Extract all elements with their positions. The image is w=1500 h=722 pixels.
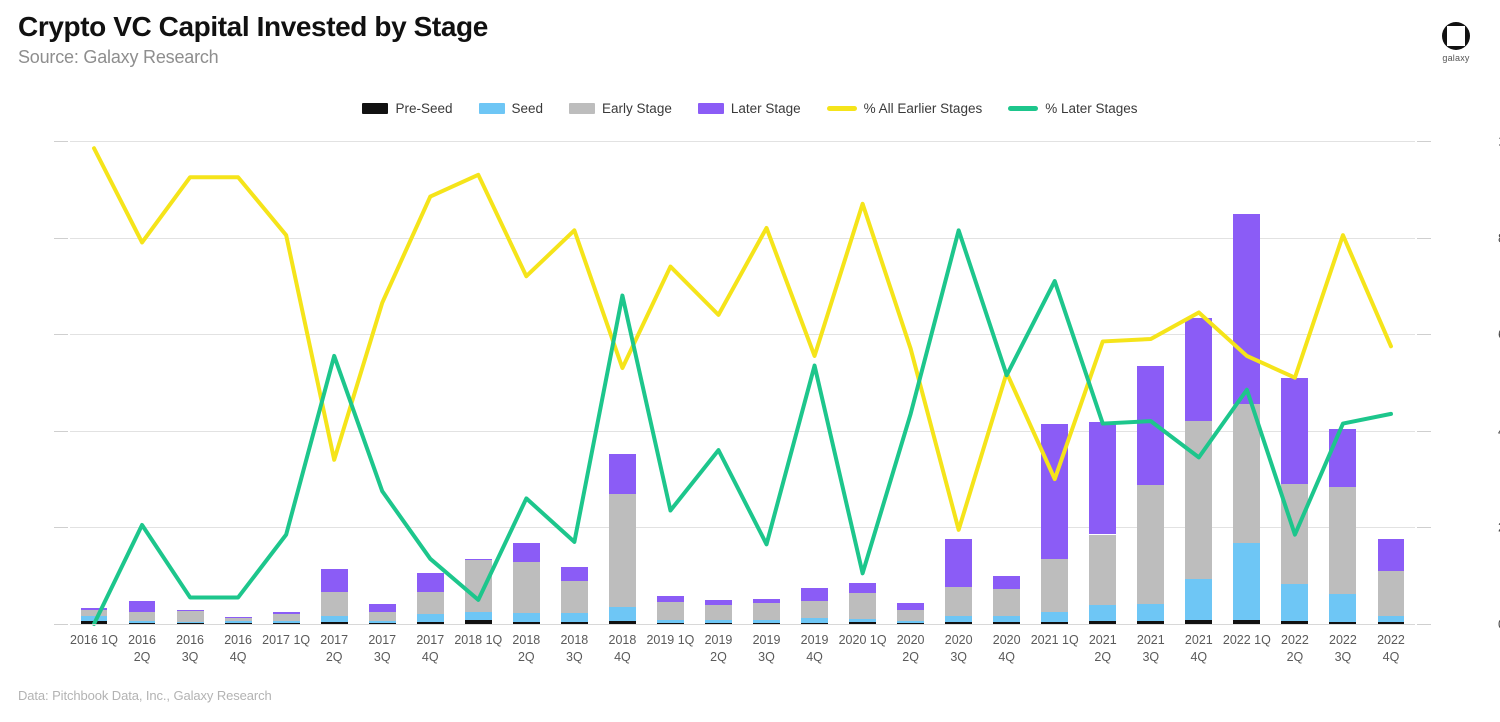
plot-canvas: $00%$3bn20%$6bn40%$9bn60%$12bn80%$15bn10… — [54, 134, 1500, 632]
x-axis-tick-label: 2022 1Q — [1222, 633, 1271, 647]
x-axis-tick-label: 2020 3Q — [944, 633, 973, 665]
y-axis-tick-right — [1417, 430, 1431, 432]
x-axis-tick-label: 2019 2Q — [704, 633, 733, 665]
x-axis-tick-label: 2019 1Q — [646, 633, 695, 647]
x-axis-tick-label: 2021 3Q — [1136, 633, 1165, 665]
x-axis-tick-label: 2020 2Q — [896, 633, 925, 665]
x-axis-tick-label: 2017 2Q — [320, 633, 349, 665]
y-axis-tick-left — [54, 430, 68, 432]
y-axis-tick-right — [1417, 334, 1431, 336]
x-axis-tick-label: 2021 1Q — [1030, 633, 1079, 647]
y-axis-tick-right — [1417, 141, 1431, 142]
line--later-stages — [94, 230, 1391, 624]
x-axis-tick-label: 2022 4Q — [1377, 633, 1405, 665]
x-axis-tick-label: 2020 4Q — [992, 633, 1021, 665]
x-axis-tick-label: 2018 2Q — [512, 633, 541, 665]
x-axis-tick-label: 2017 1Q — [262, 633, 311, 647]
x-axis-tick-label: 2016 1Q — [70, 633, 118, 647]
x-axis-tick-label: 2022 2Q — [1281, 633, 1309, 665]
y-axis-tick-right — [1417, 237, 1431, 239]
x-axis-tick-label: 2022 3Q — [1329, 633, 1357, 665]
y-axis-tick-left — [54, 334, 68, 336]
x-axis-tick-label: 2018 3Q — [560, 633, 589, 665]
chart-plot-area: $00%$3bn20%$6bn40%$9bn60%$12bn80%$15bn10… — [0, 0, 1500, 722]
x-axis-tick-label: 2016 3Q — [176, 633, 204, 665]
y-axis-tick-right — [1417, 527, 1431, 529]
y-axis-tick-left — [54, 141, 68, 142]
x-axis-tick-label: 2021 4Q — [1184, 633, 1213, 665]
x-axis-tick-label: 2016 4Q — [224, 633, 253, 665]
x-axis-tick-label: 2019 3Q — [752, 633, 781, 665]
footnote: Data: Pitchbook Data, Inc., Galaxy Resea… — [18, 688, 272, 703]
y-axis-tick-right — [1417, 624, 1431, 625]
line-series-layer — [70, 141, 1415, 624]
x-axis-labels: 2016 1Q 2016 2Q 2016 3Q 2016 4Q 2017 1Q 2017 … — [70, 626, 1415, 672]
x-axis-tick-label: 2016 2Q — [128, 633, 156, 665]
x-axis-tick-label: 2017 3Q — [368, 633, 397, 665]
x-axis-tick-label: 2020 1Q — [838, 633, 887, 647]
x-axis-tick-label: 2018 4Q — [608, 633, 637, 665]
y-axis-tick-left — [54, 624, 68, 625]
y-axis-tick-left — [54, 237, 68, 239]
line--all-earlier-stages — [94, 148, 1391, 530]
x-axis-tick-label: 2021 2Q — [1088, 633, 1117, 665]
x-axis-tick-label: 2018 1Q — [454, 633, 503, 647]
x-axis-tick-label: 2019 4Q — [800, 633, 829, 665]
x-axis-tick-label: 2017 4Q — [416, 633, 445, 665]
x-axis-baseline — [70, 624, 1415, 625]
y-axis-tick-left — [54, 527, 68, 529]
